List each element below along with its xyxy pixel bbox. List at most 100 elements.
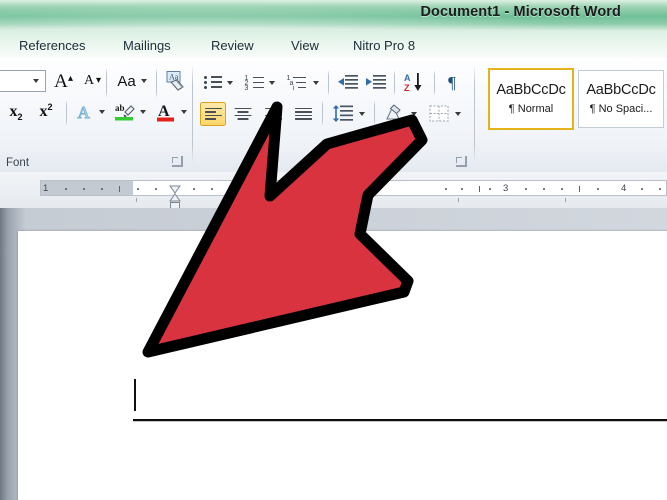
document-page[interactable] [18,231,667,500]
numbering-dropdown[interactable] [266,77,278,89]
borders-dropdown[interactable] [452,108,464,120]
superscript-digit: 2 [47,102,53,112]
word-window: Document1 - Microsoft Word References Ma… [0,0,667,500]
clear-formatting-button[interactable]: Aa [162,68,190,94]
superscript-button[interactable]: x 2 [32,100,60,124]
style-normal[interactable]: AaBbCcDc ¶ Normal [488,68,574,130]
style-no-spacing-name: ¶ No Spaci... [589,102,653,115]
tab-references[interactable]: References [16,35,88,57]
text-highlight-button[interactable]: ab [112,100,138,124]
align-right-button[interactable] [260,102,286,126]
chevron-down-icon [313,81,319,85]
highlight-icon: ab [115,103,135,121]
shrink-font-button[interactable]: A ▾ [76,70,102,92]
pilcrow-icon: ¶ [448,72,456,92]
increase-indent-icon [366,74,386,89]
chevron-down-icon [181,110,187,114]
shading-button[interactable] [382,102,408,126]
show-formatting-marks-button[interactable]: ¶ [440,71,464,93]
bullets-button[interactable] [200,72,224,92]
align-center-icon [234,107,252,121]
ruler-number-1: 1 [43,183,49,194]
tab-mailings[interactable]: Mailings [120,35,174,57]
shading-icon [386,104,401,120]
text-effects-icon: A [77,103,91,123]
ribbon: 1 A ▴ A ▾ Aa Aa x 2 [0,60,667,173]
superscript-label: x [39,103,48,120]
chevron-down-icon [140,110,146,114]
justify-button[interactable] [290,102,316,126]
font-size-combo[interactable]: 1 [0,70,46,92]
sort-icon: A Z [404,73,422,92]
horizontal-ruler[interactable]: 1 3 4 [40,180,667,210]
multilevel-list-button[interactable]: 1 a i [284,72,310,92]
svg-text:ab: ab [115,103,125,113]
highlight-dropdown[interactable] [137,106,149,118]
text-cursor [134,379,136,411]
borders-icon [429,105,449,122]
svg-text:A: A [404,73,411,83]
chevron-down-icon [33,79,39,83]
line-spacing-icon [332,105,353,122]
tab-view[interactable]: View [288,35,322,57]
line-spacing-button[interactable] [330,102,356,126]
svg-text:A: A [78,103,91,122]
align-left-button[interactable] [200,102,226,126]
style-no-spacing[interactable]: AaBbCcDc ¶ No Spaci... [578,70,664,128]
chevron-down-icon [455,112,461,116]
text-effects-dropdown[interactable] [96,106,108,118]
borders-button[interactable] [426,102,452,126]
numbering-button[interactable]: 1 2 3 [242,72,266,92]
align-right-icon [264,107,282,121]
change-case-button[interactable]: Aa [112,70,152,92]
style-normal-name: ¶ Normal [508,102,554,115]
font-dialog-launcher[interactable] [172,156,183,167]
increase-indent-button[interactable] [364,72,388,92]
shading-dropdown[interactable] [408,108,420,120]
font-group-label: Font [6,157,30,169]
decrease-indent-button[interactable] [336,72,360,92]
bullets-dropdown[interactable] [224,77,236,89]
subscript-button[interactable]: x 2 [2,100,30,124]
align-center-button[interactable] [230,102,256,126]
paragraph-group-label: aragrap [300,157,340,169]
change-case-label: Aa [117,72,136,90]
horizontal-line [133,419,667,422]
justify-icon [294,107,312,121]
multilevel-list-icon: 1 a i [287,75,308,92]
tab-review[interactable]: Review [208,35,257,57]
chevron-down-icon [269,81,275,85]
style-no-spacing-sample: AaBbCcDc [586,83,656,98]
multilevel-dropdown[interactable] [310,77,322,89]
chevron-down-icon [227,81,233,85]
line-spacing-dropdown[interactable] [356,108,368,120]
subscript-digit: 2 [17,112,23,122]
shrink-font-label: A [83,73,95,88]
subscript-label: x [9,103,18,120]
chevron-down-icon [99,110,105,114]
document-workspace [0,208,667,500]
tab-nitro-pro-8[interactable]: Nitro Pro 8 [350,35,418,57]
text-effects-button[interactable]: A [72,100,98,124]
clear-formatting-icon: Aa [166,71,184,91]
ruler-number-4: 4 [621,183,627,194]
svg-text:A: A [158,103,170,120]
font-color-dropdown[interactable] [178,106,190,118]
left-indent-marker[interactable] [169,185,181,210]
title-bar: Document1 - Microsoft Word [0,0,667,30]
style-normal-sample: AaBbCcDc [496,83,566,98]
chevron-down-icon [140,79,147,83]
paragraph-dialog-launcher[interactable] [456,156,467,167]
font-color-icon: A [157,103,174,122]
numbering-icon: 1 2 3 [245,75,264,92]
sort-button[interactable]: A Z [402,71,428,93]
chevron-down-icon [359,112,365,116]
grow-font-label: A [54,70,68,92]
decrease-indent-icon [338,74,358,89]
ruler-area: 1 3 4 [0,172,667,210]
font-color-button[interactable]: A [153,100,179,124]
svg-text:Z: Z [404,83,410,92]
ribbon-tab-strip: References Mailings Review View Nitro Pr… [0,30,667,60]
align-left-icon [204,107,222,121]
grow-font-button[interactable]: A ▴ [48,70,74,92]
